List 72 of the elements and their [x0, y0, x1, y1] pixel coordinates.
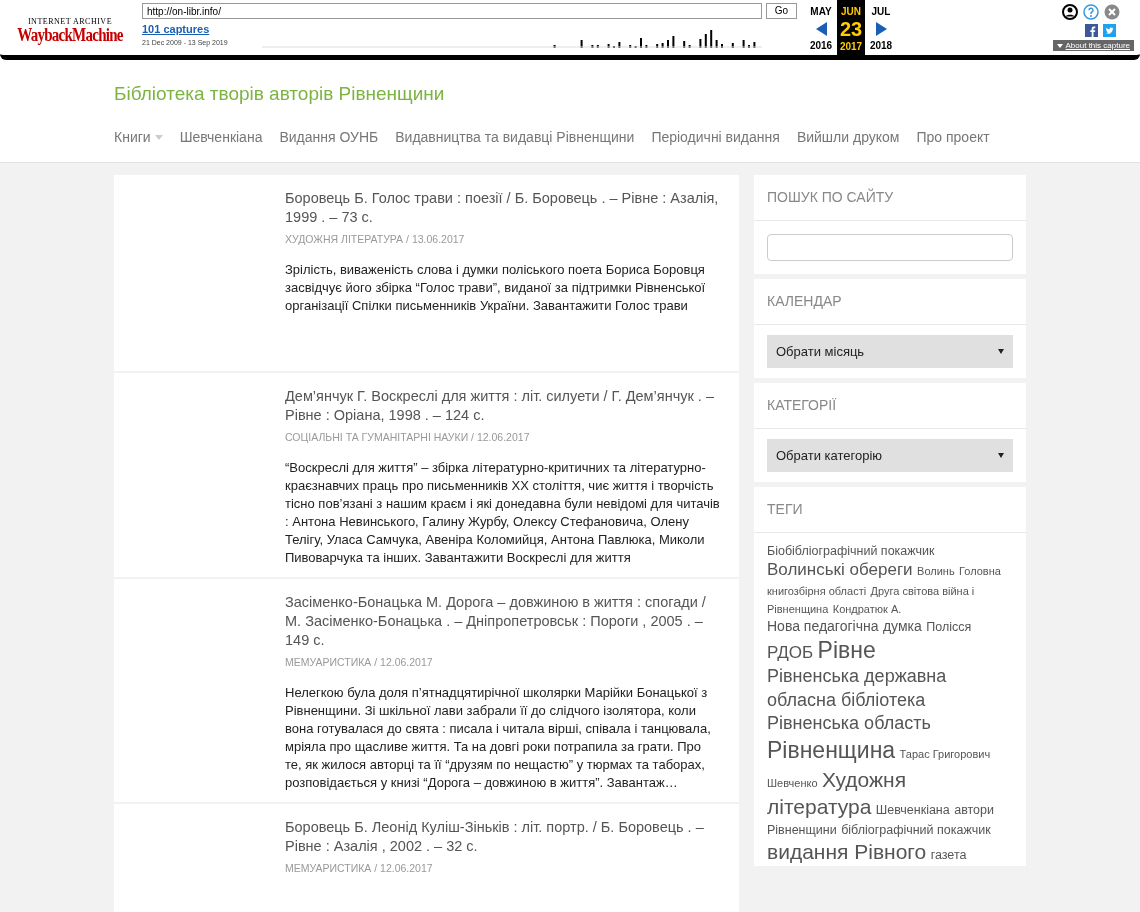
widget-title: КАТЕГОРІЇ	[754, 383, 1026, 429]
nav-link[interactable]: Шевченкіана	[179, 127, 263, 148]
tag-link[interactable]: Рівненська область	[767, 713, 931, 734]
tag-link[interactable]: автори	[954, 802, 994, 817]
tag-link[interactable]: Рівненщини	[767, 823, 837, 838]
tag-link[interactable]: РДОБ	[767, 642, 814, 662]
archive-label: INTERNET ARCHIVE	[27, 16, 113, 28]
nav-link[interactable]: Видання ОУНБ	[279, 127, 379, 148]
widget-title: ПОШУК ПО САЙТУ	[754, 175, 1026, 221]
post-excerpt: Зрілість, виваженість слова і думки поліського поета Бориса Боровця засвідчує його збірка “Голос трави”, виданої за підтримки Рівненської організації Спілки письменників України. Завантажити Голос трави	[285, 260, 707, 315]
tag-link[interactable]: Кондратюк А.	[832, 603, 902, 616]
next-arrow-icon[interactable]	[875, 21, 887, 36]
caret-icon	[1056, 43, 1063, 48]
post-excerpt: Нелегкою була доля п’ятнадцятирічної школярки Марійки Бонацької з Рівненщини. Зі шкільної лави забрали її до слідчого ізолятора, коли вона готувалася до свята : писала і читала вірші, співала і танцювала, мріяла про щасливе життя. Та на довгі роки потрапила за грати. Про те, як жилося авторці та її “друзям по нещастю” у тюрмах та таборах, розповідається у книзі “Дорога – довжиною в життя”. Завантаж…	[285, 683, 712, 792]
widget-title: КАЛЕНДАР	[754, 279, 1026, 325]
facebook-icon[interactable]	[1085, 23, 1098, 37]
tag-link[interactable]: Нова педагогічна	[767, 618, 879, 635]
twitter-icon[interactable]	[1103, 23, 1116, 37]
close-icon[interactable]	[1104, 4, 1120, 20]
tag-link[interactable]: Волинські обереги	[767, 560, 913, 580]
about-capture-button[interactable]: About this capture	[1052, 40, 1134, 51]
post-title[interactable]: Боровець Б. Голос трави : поезії / Б. Боровець . – Рівне : Азалія, 1999 . – 73 с.	[285, 189, 721, 227]
captures-link[interactable]: 101 captures	[142, 21, 262, 38]
tag-link[interactable]: Волинь	[917, 565, 955, 578]
year-label[interactable]: 2017	[839, 39, 863, 56]
day-label: 23	[839, 19, 863, 39]
year-label[interactable]: 2018	[869, 38, 893, 55]
dropdown-icon	[998, 349, 1004, 354]
tag-link[interactable]: Головна	[959, 565, 1001, 578]
month-label[interactable]: JUN	[841, 0, 861, 19]
tag-link[interactable]: обласна бібліотека	[767, 689, 926, 710]
search-field[interactable]	[767, 234, 1013, 261]
nav-link[interactable]: Періодичні видання	[651, 127, 780, 148]
post-excerpt: “Воскреслі для життя” – збірка літературно-критичних та літературно-краєзнавчих праць про письменників ХХ століття, чиє життя і творчість тісно пов’язані з нашим краєм і які донедавна були невідомі для читачів : Антона Невинського, Галину Журбу, Олексу Стефановича, Олену Телігу, Уласа Самчука, Авеніра Коломийця, Антона Павлюка, Миколи Пивоварчука та інших. Завантажити Воскреслі для життя	[285, 458, 721, 567]
tag-link[interactable]: Художня	[822, 767, 907, 791]
help-icon[interactable]	[1083, 4, 1099, 20]
month-select[interactable]: Обрати місяць	[767, 335, 1013, 368]
year-label[interactable]: 2016	[809, 38, 833, 55]
month-label[interactable]: MAY	[810, 0, 832, 19]
tag-link[interactable]: видання Рівного	[767, 840, 927, 864]
tag-link[interactable]: Рівненщина	[767, 736, 896, 763]
post-title[interactable]: Засіменко-Бонацька М. Дорога – довжиною в життя : спогади / М. Засіменко-Бонацька . – Дніпропетровськ : Пороги , 2005 . – 149 с.	[285, 592, 721, 650]
wayback-logo[interactable]: WaybackMachine	[17, 26, 123, 45]
nav-link[interactable]: Вийшли друком	[796, 127, 900, 148]
tag-link[interactable]: Рівненщина	[767, 603, 829, 616]
tag-link[interactable]: газета	[930, 848, 967, 863]
user-icon[interactable]	[1062, 4, 1078, 20]
caret-icon	[154, 135, 163, 140]
tag-link[interactable]: Рівненська державна	[767, 666, 947, 687]
tag-link[interactable]: Шевченко	[767, 776, 818, 789]
nav-link[interactable]: Видавництва та видавці Рівненщини	[395, 127, 635, 148]
tag-link[interactable]: думка	[882, 618, 922, 635]
tag-link[interactable]: література	[767, 794, 872, 818]
post-title[interactable]: Боровець Б. Леонід Куліш-Зіньків : літ. портр. / Б. Боровець . – Рівне : Азалія , 2002 . – 32 с.	[285, 817, 721, 856]
post-title[interactable]: Дем’янчук Г. Воскреслі для життя : літ. силуети / Г. Дем’янчук . – Рівне : Оріана, 1998 . – 124 с.	[285, 387, 721, 425]
tag-link[interactable]: Друга світова війна і	[870, 585, 975, 598]
tag-link[interactable]: Біобібліографічний покажчик	[767, 544, 935, 558]
nav-link[interactable]: Книги	[114, 127, 163, 148]
tag-link[interactable]: Шевченкіана	[875, 802, 950, 817]
tag-link[interactable]: книгозбірня області	[767, 585, 867, 598]
nav-link[interactable]: Про проект	[916, 127, 990, 148]
prev-arrow-icon[interactable]	[815, 21, 827, 36]
tag-link[interactable]: бібліографічний покажчик	[841, 823, 991, 838]
go-button[interactable]: Go	[765, 3, 797, 19]
tag-link[interactable]: Полісся	[926, 620, 972, 635]
tag-link[interactable]: Тарас Григорович	[899, 747, 991, 760]
tag-link[interactable]: Рівне	[817, 636, 876, 663]
widget-title: ТЕГИ	[754, 487, 1026, 533]
month-label[interactable]: JUL	[871, 0, 891, 19]
url-field[interactable]: http://on-libr.info/	[142, 3, 762, 19]
category-select[interactable]: Обрати категорію	[767, 439, 1013, 472]
dropdown-icon	[998, 453, 1004, 458]
